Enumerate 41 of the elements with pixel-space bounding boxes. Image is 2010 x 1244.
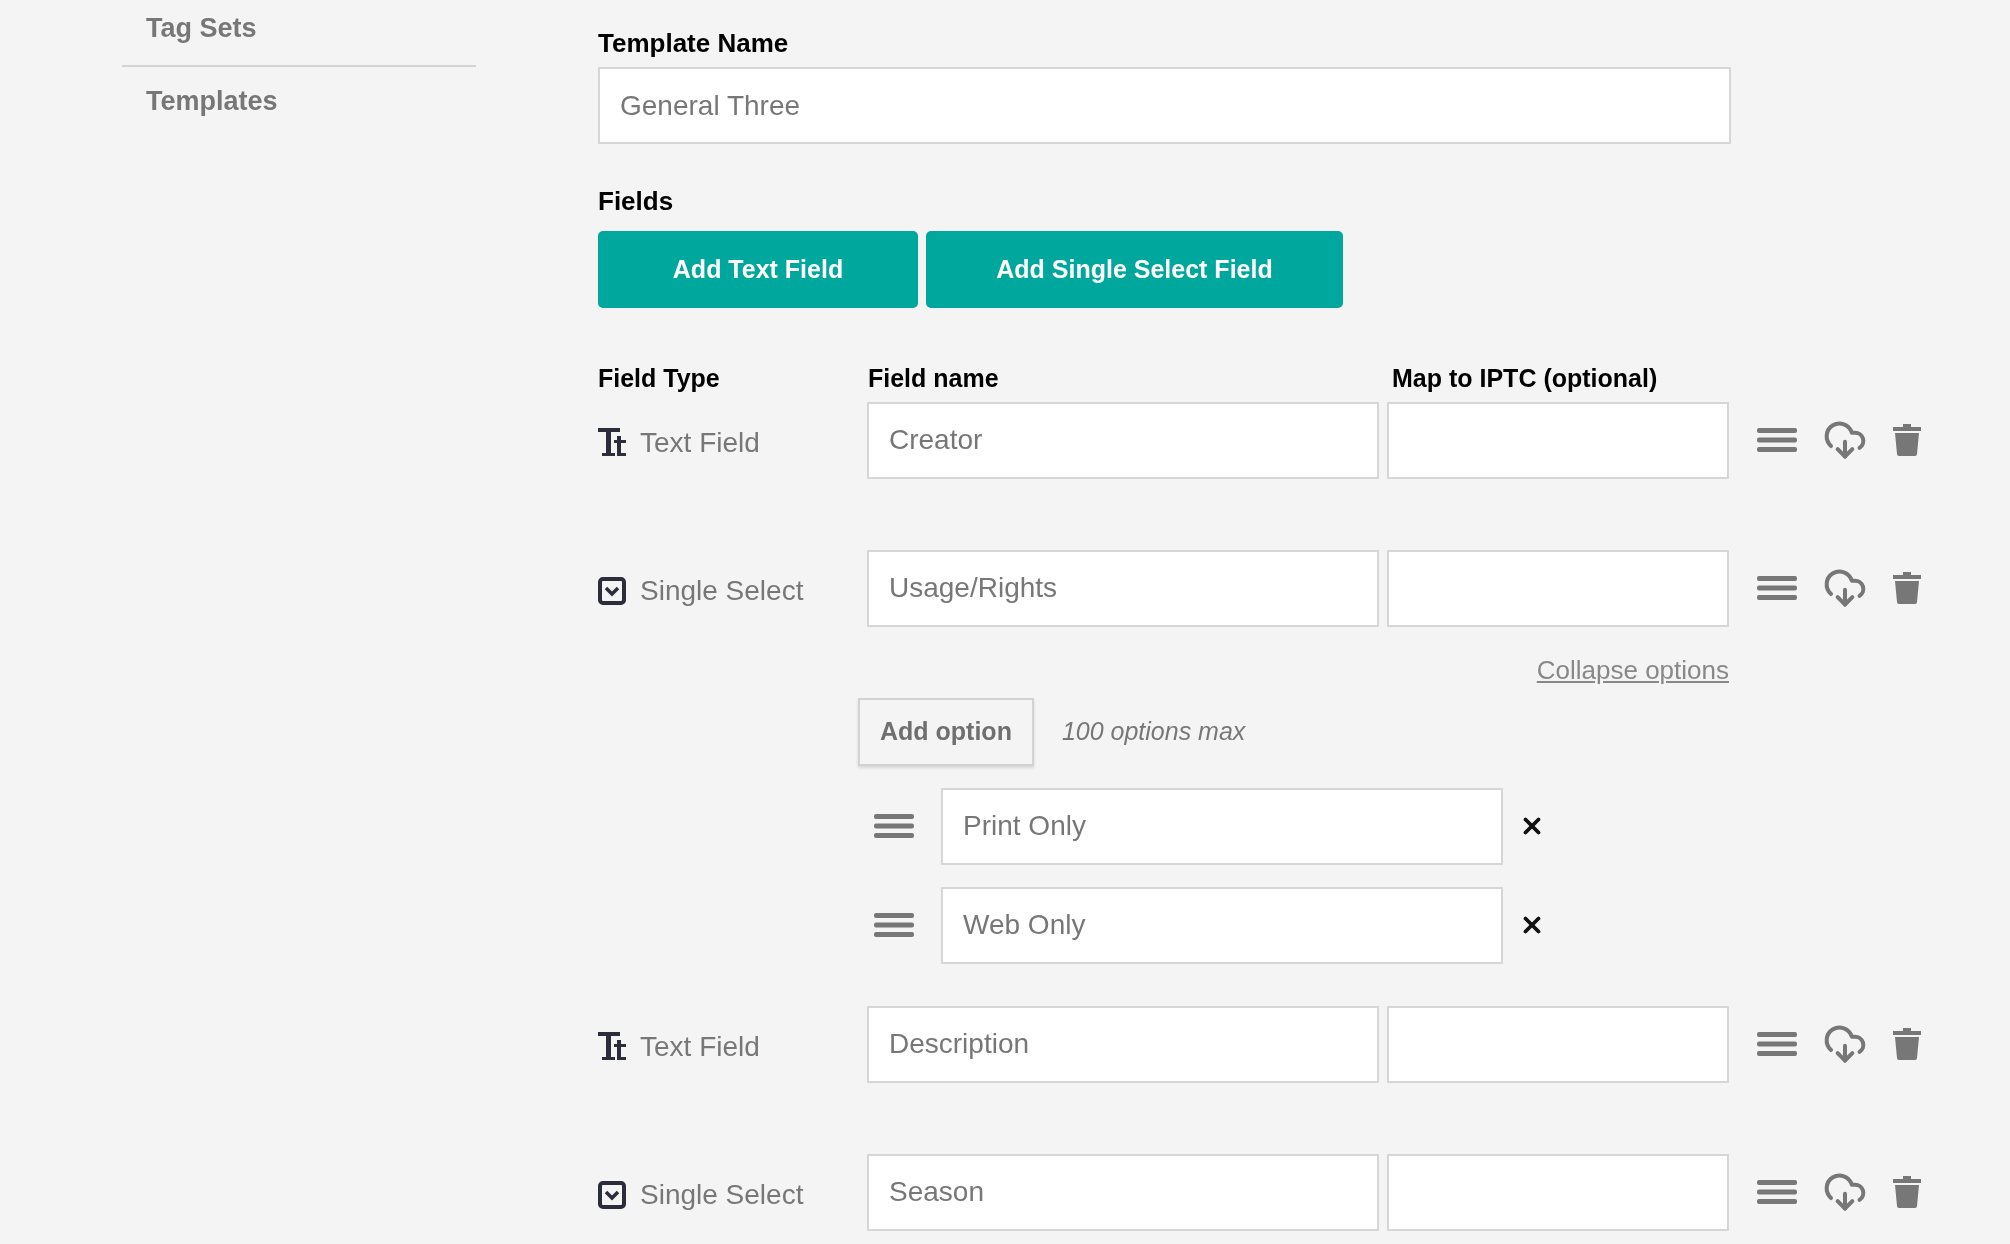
dropdown-type-icon	[598, 577, 626, 605]
drag-handle-icon[interactable]	[1757, 1178, 1797, 1206]
trash-icon[interactable]	[1893, 424, 1921, 456]
option-input[interactable]: Web Only	[941, 886, 1503, 964]
add-field-button[interactable]: Add Single Select Field	[926, 231, 1343, 308]
options-limit-note: 100 options max	[1061, 715, 1246, 747]
column-header: Map to IPTC (optional)	[1392, 363, 1658, 394]
field-type-label: Text Field	[640, 1030, 760, 1064]
drag-handle-icon[interactable]	[874, 911, 914, 939]
template-name-input[interactable]: General Three	[598, 67, 1731, 144]
dropdown-type-icon	[598, 1181, 626, 1209]
drag-handle-icon[interactable]	[1757, 1030, 1797, 1058]
trash-icon[interactable]	[1893, 1028, 1921, 1060]
text-type-icon	[598, 428, 626, 458]
iptc-input[interactable]	[1387, 1153, 1729, 1231]
trash-icon[interactable]	[1893, 1176, 1921, 1208]
field-name-input[interactable]: Season	[867, 1153, 1379, 1231]
iptc-input[interactable]	[1387, 1005, 1729, 1083]
option-input[interactable]: Print Only	[941, 787, 1503, 865]
column-header: Field Type	[598, 363, 721, 394]
column-header: Field name	[868, 363, 1000, 394]
add-field-button[interactable]: Add Text Field	[598, 231, 918, 308]
drag-handle-icon[interactable]	[1757, 574, 1797, 602]
field-name-input[interactable]: Usage/Rights	[867, 549, 1379, 627]
iptc-input[interactable]	[1387, 401, 1729, 479]
field-name-input[interactable]: Creator	[867, 401, 1379, 479]
field-type-label: Single Select	[640, 1178, 804, 1212]
field-type-label: Single Select	[640, 574, 804, 608]
sidebar-link[interactable]: Templates	[146, 85, 278, 116]
drag-handle-icon[interactable]	[1757, 426, 1797, 454]
field-name-input[interactable]: Description	[867, 1005, 1379, 1083]
add-option-button[interactable]: Add option	[858, 697, 1034, 766]
fields-label: Fields	[598, 185, 675, 218]
iptc-input[interactable]	[1387, 549, 1729, 627]
text-type-icon	[598, 1032, 626, 1062]
collapse-options-link[interactable]: Collapse options	[1536, 650, 1729, 690]
template-name-label: Template Name	[598, 27, 790, 60]
trash-icon[interactable]	[1893, 572, 1921, 604]
sidebar-link[interactable]: Tag Sets	[146, 13, 257, 43]
field-type-label: Text Field	[640, 426, 760, 460]
drag-handle-icon[interactable]	[874, 812, 914, 840]
